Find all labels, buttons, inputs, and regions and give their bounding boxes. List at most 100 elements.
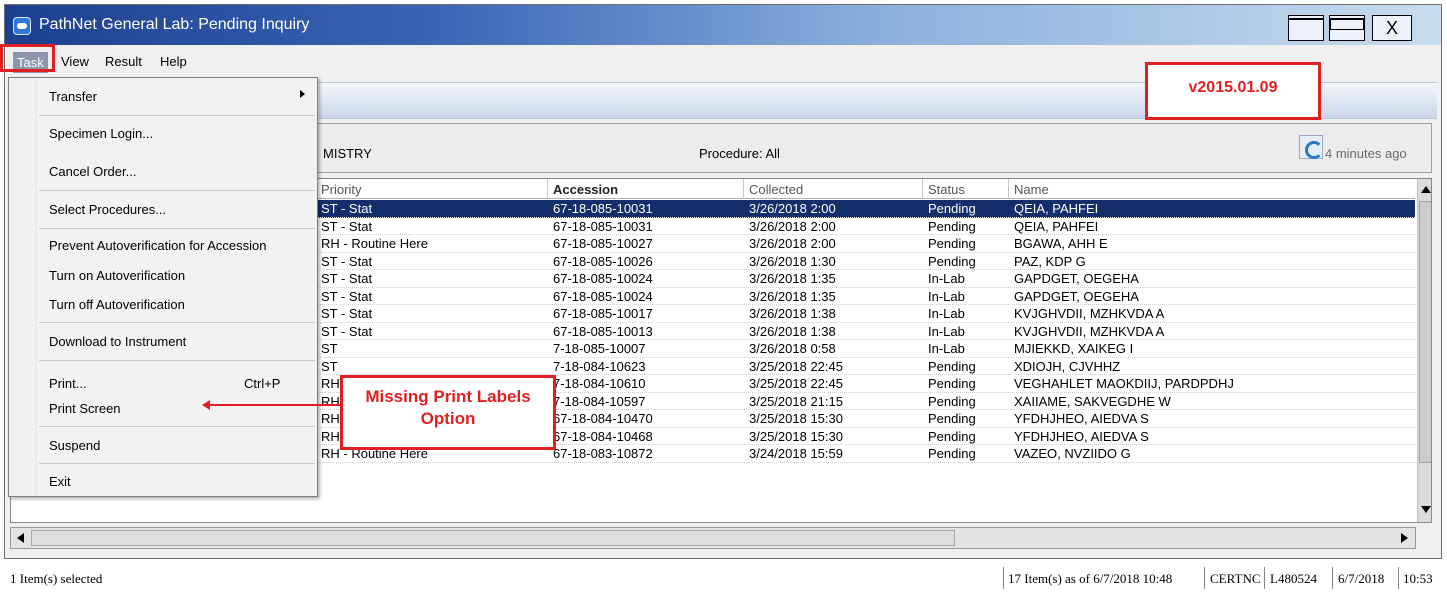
status-bar: 1 Item(s) selected 17 Item(s) as of 6/7/… (0, 563, 1447, 593)
cell-collected: 3/26/2018 0:58 (749, 341, 836, 356)
menu-view[interactable]: View (61, 54, 89, 69)
scroll-left-icon[interactable] (13, 530, 29, 546)
menu-item-suspend[interactable]: Suspend (49, 438, 100, 453)
menu-help[interactable]: Help (160, 54, 187, 69)
status-selected: 1 Item(s) selected (10, 571, 103, 586)
cell-status: In-Lab (928, 306, 965, 321)
menu-item-print[interactable]: Print... (49, 376, 87, 391)
cell-status: Pending (928, 428, 976, 444)
column-accession[interactable]: Accession (553, 182, 618, 197)
cell-name: GAPDGET, OEGEHA (1014, 271, 1139, 286)
cell-status: In-Lab (928, 288, 965, 304)
column-collected[interactable]: Collected (749, 182, 803, 197)
cell-priority: RH (321, 376, 340, 391)
cell-status: Pending (928, 411, 976, 426)
cell-collected: 3/26/2018 2:00 (749, 218, 836, 234)
cell-priority: ST - Stat (321, 253, 373, 269)
cell-collected: 3/25/2018 15:30 (749, 428, 843, 444)
cell-collected: 3/26/2018 2:00 (749, 236, 836, 251)
cell-collected: 3/25/2018 22:45 (749, 376, 843, 391)
cell-accession: 67-18-085-10031 (553, 201, 653, 216)
cell-priority: ST - Stat (321, 323, 373, 339)
horizontal-scroll-thumb[interactable] (31, 530, 955, 546)
title-bar[interactable]: PathNet General Lab: Pending Inquiry X (5, 5, 1441, 45)
cell-collected: 3/26/2018 1:35 (749, 288, 836, 304)
menu-item-print-screen[interactable]: Print Screen (49, 401, 121, 416)
minimize-button[interactable] (1288, 15, 1324, 41)
menu-item-turn-off-autoverification[interactable]: Turn off Autoverification (49, 297, 185, 312)
column-status[interactable]: Status (928, 182, 965, 197)
horizontal-scrollbar[interactable] (10, 527, 1416, 549)
menu-item-transfer[interactable]: Transfer (49, 89, 97, 104)
menu-item-prevent-autoverification[interactable]: Prevent Autoverification for Accession (49, 238, 267, 253)
status-count: 17 Item(s) as of 6/7/2018 10:48 (1008, 571, 1173, 586)
cell-name: YFDHJHEO, AIEDVA S (1014, 428, 1149, 444)
close-button[interactable]: X (1372, 15, 1412, 41)
menu-gutter (9, 78, 37, 496)
missing-print-labels-callout: Missing Print Labels Option (340, 375, 556, 450)
cell-accession: 67-18-085-10013 (553, 323, 653, 339)
cell-collected: 3/26/2018 2:00 (749, 201, 836, 216)
cell-accession: 67-18-085-10024 (553, 271, 653, 286)
vertical-scroll-thumb[interactable] (1419, 201, 1431, 463)
window-title: PathNet General Lab: Pending Inquiry (39, 16, 310, 33)
cell-name: PAZ, KDP G (1014, 253, 1086, 269)
cell-priority: ST - Stat (321, 218, 373, 234)
cell-accession: 67-18-085-10031 (553, 218, 653, 234)
vertical-scrollbar[interactable] (1417, 179, 1431, 522)
minimize-icon (1289, 18, 1323, 20)
cell-accession: 67-18-083-10872 (553, 446, 653, 461)
cell-name: QEIA, PAHFEI (1014, 201, 1099, 216)
menu-item-specimen-login[interactable]: Specimen Login... (49, 126, 153, 141)
app-icon (13, 17, 31, 35)
annotation-arrow (208, 404, 340, 406)
status-time: 10:53 (1403, 571, 1433, 586)
menu-result[interactable]: Result (105, 54, 142, 69)
scroll-right-icon[interactable] (1396, 530, 1412, 546)
cell-collected: 3/26/2018 1:38 (749, 323, 836, 339)
procedure-filter[interactable]: Procedure: All (699, 146, 780, 161)
menu-item-exit[interactable]: Exit (49, 474, 71, 489)
menu-item-download-to-instrument[interactable]: Download to Instrument (49, 334, 186, 349)
cell-name: KVJGHVDII, MZHKVDA A (1014, 306, 1165, 321)
column-priority[interactable]: Priority (321, 182, 361, 197)
menu-item-select-procedures[interactable]: Select Procedures... (49, 202, 166, 217)
refresh-icon[interactable] (1299, 135, 1323, 159)
cell-accession: 67-18-084-10470 (553, 411, 653, 426)
status-station: L480524 (1270, 571, 1317, 586)
annotation-arrow-head (202, 400, 210, 410)
status-user: CERTNC (1210, 571, 1261, 586)
column-name[interactable]: Name (1014, 182, 1049, 197)
cell-collected: 3/25/2018 15:30 (749, 411, 843, 426)
cell-accession: 67-18-085-10027 (553, 236, 653, 251)
cell-status: Pending (928, 253, 976, 269)
cell-priority: ST - Stat (321, 201, 373, 216)
cell-name: XAIIAME, SAKVEGDHE W (1014, 393, 1171, 409)
refresh-time: 4 minutes ago (1325, 146, 1407, 161)
cell-status: In-Lab (928, 341, 965, 356)
cell-accession: 67-18-085-10026 (553, 253, 653, 269)
cell-name: BGAWA, AHH E (1014, 236, 1108, 251)
maximize-button[interactable] (1329, 15, 1365, 41)
cell-name: VAZEO, NVZIIDO G (1014, 446, 1131, 461)
menu-item-cancel-order[interactable]: Cancel Order... (49, 164, 136, 179)
cell-name: QEIA, PAHFEI (1014, 218, 1099, 234)
version-callout: v2015.01.09 (1145, 62, 1321, 120)
submenu-arrow-icon (300, 90, 305, 98)
task-menu-highlight (0, 44, 55, 72)
cell-collected: 3/26/2018 1:30 (749, 253, 836, 269)
cell-priority: ST (321, 341, 338, 356)
scroll-up-icon[interactable] (1419, 181, 1431, 199)
cell-accession: 7-18-084-10623 (553, 358, 646, 374)
cell-name: VEGHAHLET MAOKDIIJ, PARDPDHJ (1014, 376, 1234, 391)
cell-collected: 3/26/2018 1:35 (749, 271, 836, 286)
cell-collected: 3/24/2018 15:59 (749, 446, 843, 461)
scroll-down-icon[interactable] (1419, 501, 1431, 519)
cell-name: XDIOJH, CJVHHZ (1014, 358, 1121, 374)
cell-status: Pending (928, 376, 976, 391)
cell-priority: RH (321, 393, 340, 409)
cell-collected: 3/26/2018 1:38 (749, 306, 836, 321)
menu-item-turn-on-autoverification[interactable]: Turn on Autoverification (49, 268, 185, 283)
cell-name: MJIEKKD, XAIKEG I (1014, 341, 1134, 356)
cell-accession: 67-18-085-10017 (553, 306, 653, 321)
